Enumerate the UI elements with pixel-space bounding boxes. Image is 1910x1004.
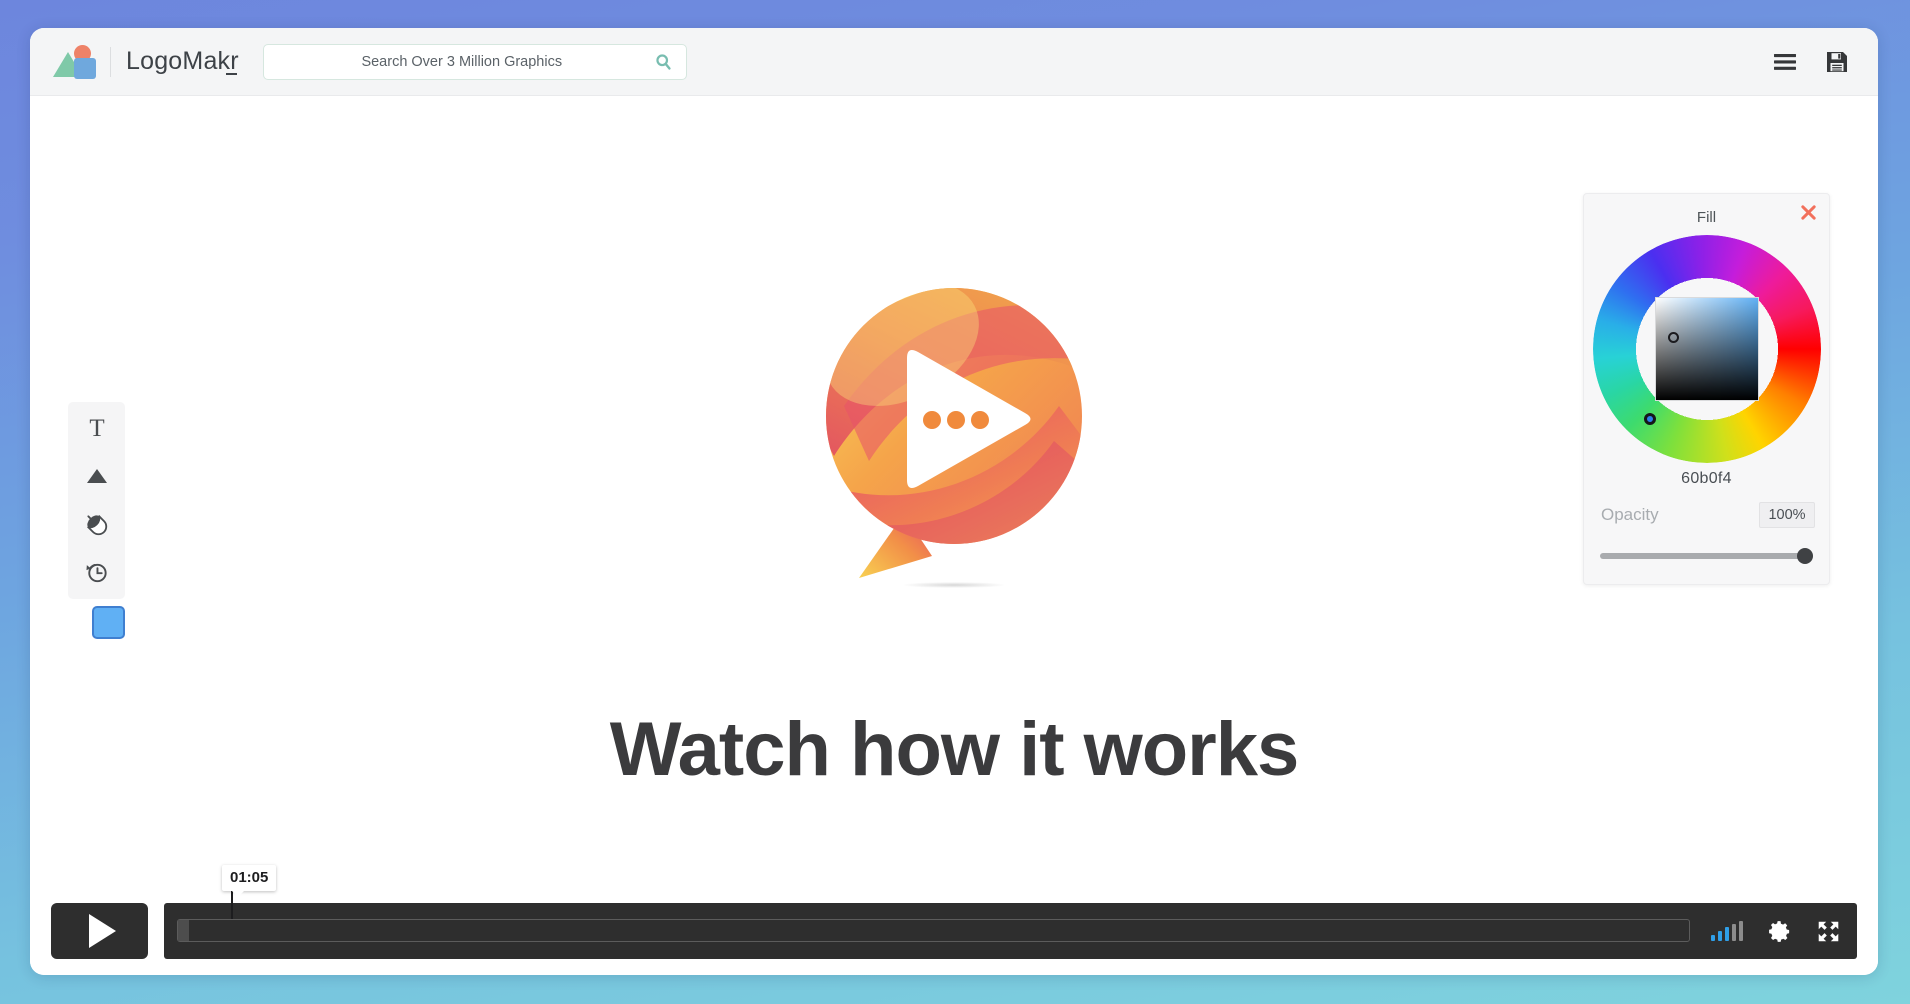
- brand-divider: [110, 46, 111, 77]
- logo-artwork[interactable]: [804, 266, 1104, 596]
- artwork-shadow: [903, 582, 1005, 588]
- shape-tool-button[interactable]: [77, 458, 117, 494]
- progress-bar-fill: [178, 920, 189, 941]
- search-icon[interactable]: [655, 53, 672, 70]
- opacity-value-field[interactable]: 100%: [1759, 502, 1815, 528]
- brand-logo[interactable]: LogoMakr: [53, 28, 239, 95]
- hue-marker-handle[interactable]: [1643, 413, 1656, 425]
- play-button[interactable]: [51, 903, 148, 959]
- current-color-swatch[interactable]: [92, 606, 125, 639]
- opacity-slider[interactable]: [1600, 548, 1813, 564]
- opacity-slider-thumb[interactable]: [1797, 548, 1813, 564]
- triangle-shape-icon: [86, 469, 107, 483]
- opacity-slider-track[interactable]: [1600, 553, 1813, 559]
- search-input[interactable]: [263, 53, 686, 70]
- search-bar[interactable]: [262, 43, 687, 80]
- history-tool-button[interactable]: [77, 554, 117, 590]
- clock-history-icon: [86, 563, 107, 582]
- save-floppy-disk-icon[interactable]: [1824, 49, 1850, 75]
- volume-bars-icon[interactable]: [1711, 921, 1743, 941]
- hex-value[interactable]: 60b0f4: [1584, 470, 1829, 488]
- page-headline: Watch how it works: [609, 707, 1300, 792]
- video-play-speech-bubble-logo: [826, 288, 1082, 578]
- player-right-controls: [1711, 903, 1841, 959]
- mark-square-icon: [74, 57, 96, 79]
- play-triangle-icon: [89, 914, 116, 948]
- left-toolbar: T: [68, 402, 125, 599]
- editor-canvas[interactable]: T Watch how it works Fill 60b0f4 Opacity…: [30, 96, 1878, 975]
- color-wheel-area[interactable]: [1592, 235, 1821, 463]
- opacity-label: Opacity: [1601, 505, 1659, 524]
- opacity-row: Opacity 100%: [1584, 488, 1829, 528]
- fullscreen-expand-icon[interactable]: [1816, 919, 1841, 944]
- video-player-controls: 01:05: [51, 865, 1857, 959]
- saturation-value-square[interactable]: [1654, 297, 1759, 401]
- logomakr-mark-icon: [53, 44, 97, 80]
- player-timeline: 01:05: [164, 865, 1857, 959]
- brand-name: LogoMakr: [126, 47, 239, 75]
- sv-marker-handle[interactable]: [1667, 332, 1679, 343]
- text-T-icon: T: [89, 415, 104, 441]
- fill-color-picker-panel: Fill 60b0f4 Opacity 100%: [1583, 193, 1830, 585]
- progress-bar[interactable]: [177, 919, 1690, 942]
- header-actions: [1772, 49, 1850, 75]
- gear-settings-icon[interactable]: [1767, 919, 1792, 944]
- fill-tool-button[interactable]: [77, 506, 117, 542]
- app-header: LogoMakr: [30, 28, 1878, 96]
- time-tooltip: 01:05: [222, 865, 277, 897]
- close-x-icon[interactable]: [1799, 203, 1818, 222]
- text-tool-button[interactable]: T: [77, 410, 117, 446]
- hamburger-menu-icon[interactable]: [1772, 49, 1798, 75]
- app-window: LogoMakr Search Over 3 Million Graphics …: [30, 28, 1878, 975]
- paint-bucket-icon: [87, 514, 108, 535]
- picker-title: Fill: [1696, 209, 1717, 226]
- svg-text:T: T: [89, 415, 104, 441]
